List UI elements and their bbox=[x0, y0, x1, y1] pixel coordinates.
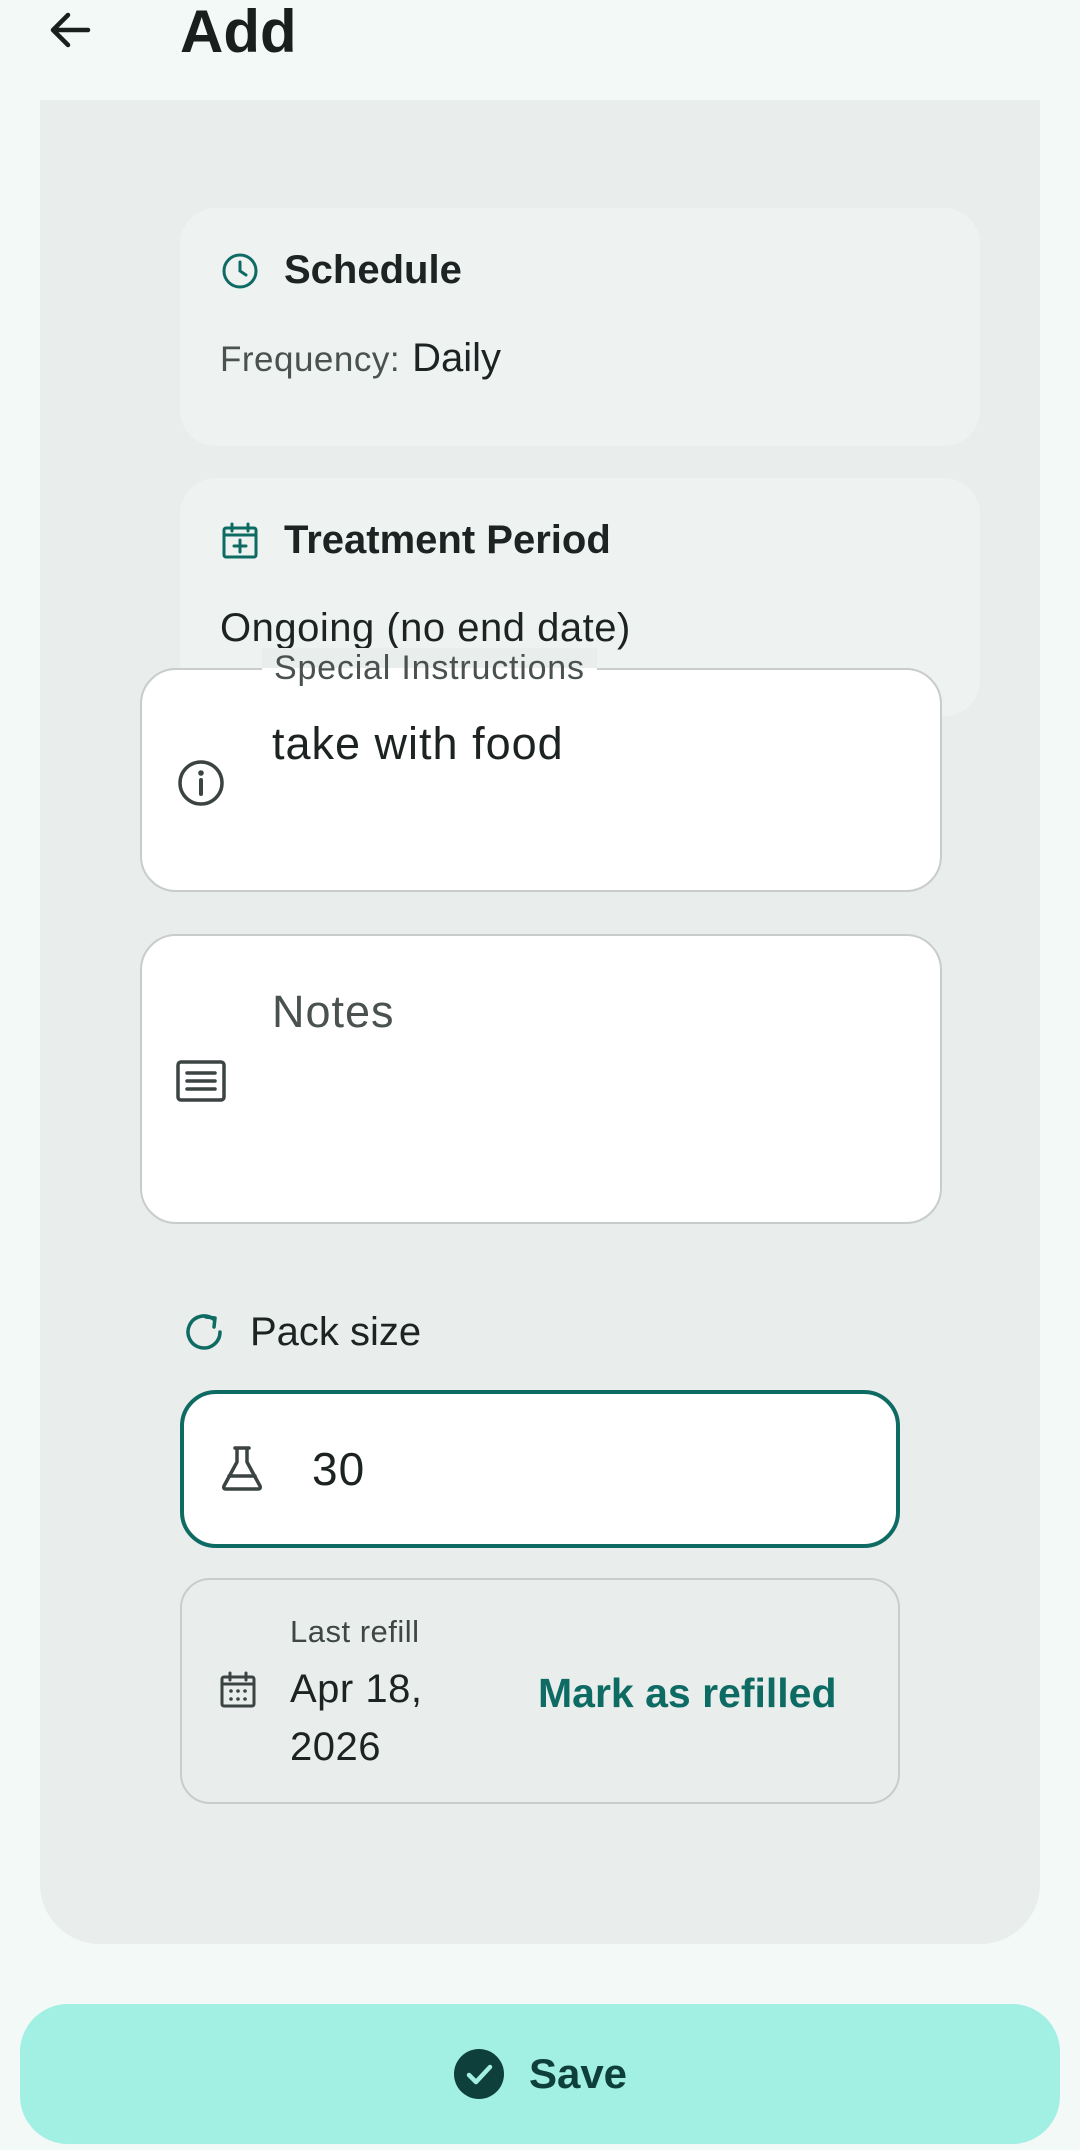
arrow-left-icon bbox=[46, 6, 94, 54]
notes-icon bbox=[176, 1056, 226, 1106]
frequency-row: Frequency: Daily bbox=[220, 336, 501, 381]
special-instructions-value: take with food bbox=[272, 718, 564, 769]
notes-placeholder: Notes bbox=[272, 986, 395, 1037]
schedule-card: Schedule Frequency: Daily bbox=[180, 208, 980, 446]
pack-size-label: Pack size bbox=[250, 1309, 422, 1354]
save-label: Save bbox=[528, 2050, 628, 2097]
treatment-period-value: Ongoing (no end date) bbox=[220, 606, 631, 650]
treatment-period-header: Treatment Period bbox=[220, 518, 611, 563]
schedule-title: Schedule bbox=[284, 248, 462, 292]
pack-size-value: 30 bbox=[312, 1443, 366, 1495]
info-icon bbox=[176, 758, 226, 808]
special-instructions-field[interactable]: Special Instructions take with food bbox=[140, 648, 942, 892]
treatment-period-title: Treatment Period bbox=[284, 518, 611, 562]
pack-size-header: Pack size bbox=[180, 1308, 421, 1356]
last-refill-date: Apr 18, 2026 bbox=[290, 1667, 423, 1769]
special-instructions-label: Special Instructions bbox=[262, 648, 597, 688]
check-circle-icon bbox=[453, 2048, 505, 2100]
frequency-value: Daily bbox=[412, 336, 501, 380]
treatment-period-row: Ongoing (no end date) bbox=[220, 606, 631, 651]
frequency-label: Frequency: bbox=[220, 340, 401, 379]
calendar-icon bbox=[218, 1670, 258, 1710]
back-button[interactable] bbox=[40, 0, 100, 60]
calendar-plus-icon bbox=[220, 521, 260, 561]
save-button[interactable]: Save bbox=[20, 2004, 1060, 2144]
last-refill-label: Last refill bbox=[290, 1614, 420, 1649]
clock-icon bbox=[220, 251, 260, 291]
notes-field[interactable]: Notes bbox=[140, 934, 942, 1224]
pack-size-input[interactable]: 30 bbox=[180, 1390, 900, 1548]
mark-as-refilled-button[interactable]: Mark as refilled bbox=[538, 1670, 837, 1717]
page-title: Add bbox=[180, 0, 297, 65]
refresh-icon bbox=[180, 1308, 228, 1356]
last-refill-box: Last refill Apr 18, 2026 Mark as refille… bbox=[180, 1578, 900, 1804]
schedule-header: Schedule bbox=[220, 248, 462, 293]
screen: Add Schedule Frequency: Daily Treatment … bbox=[0, 0, 1080, 2150]
app-header: Add bbox=[0, 0, 1080, 100]
flask-icon bbox=[216, 1442, 268, 1494]
